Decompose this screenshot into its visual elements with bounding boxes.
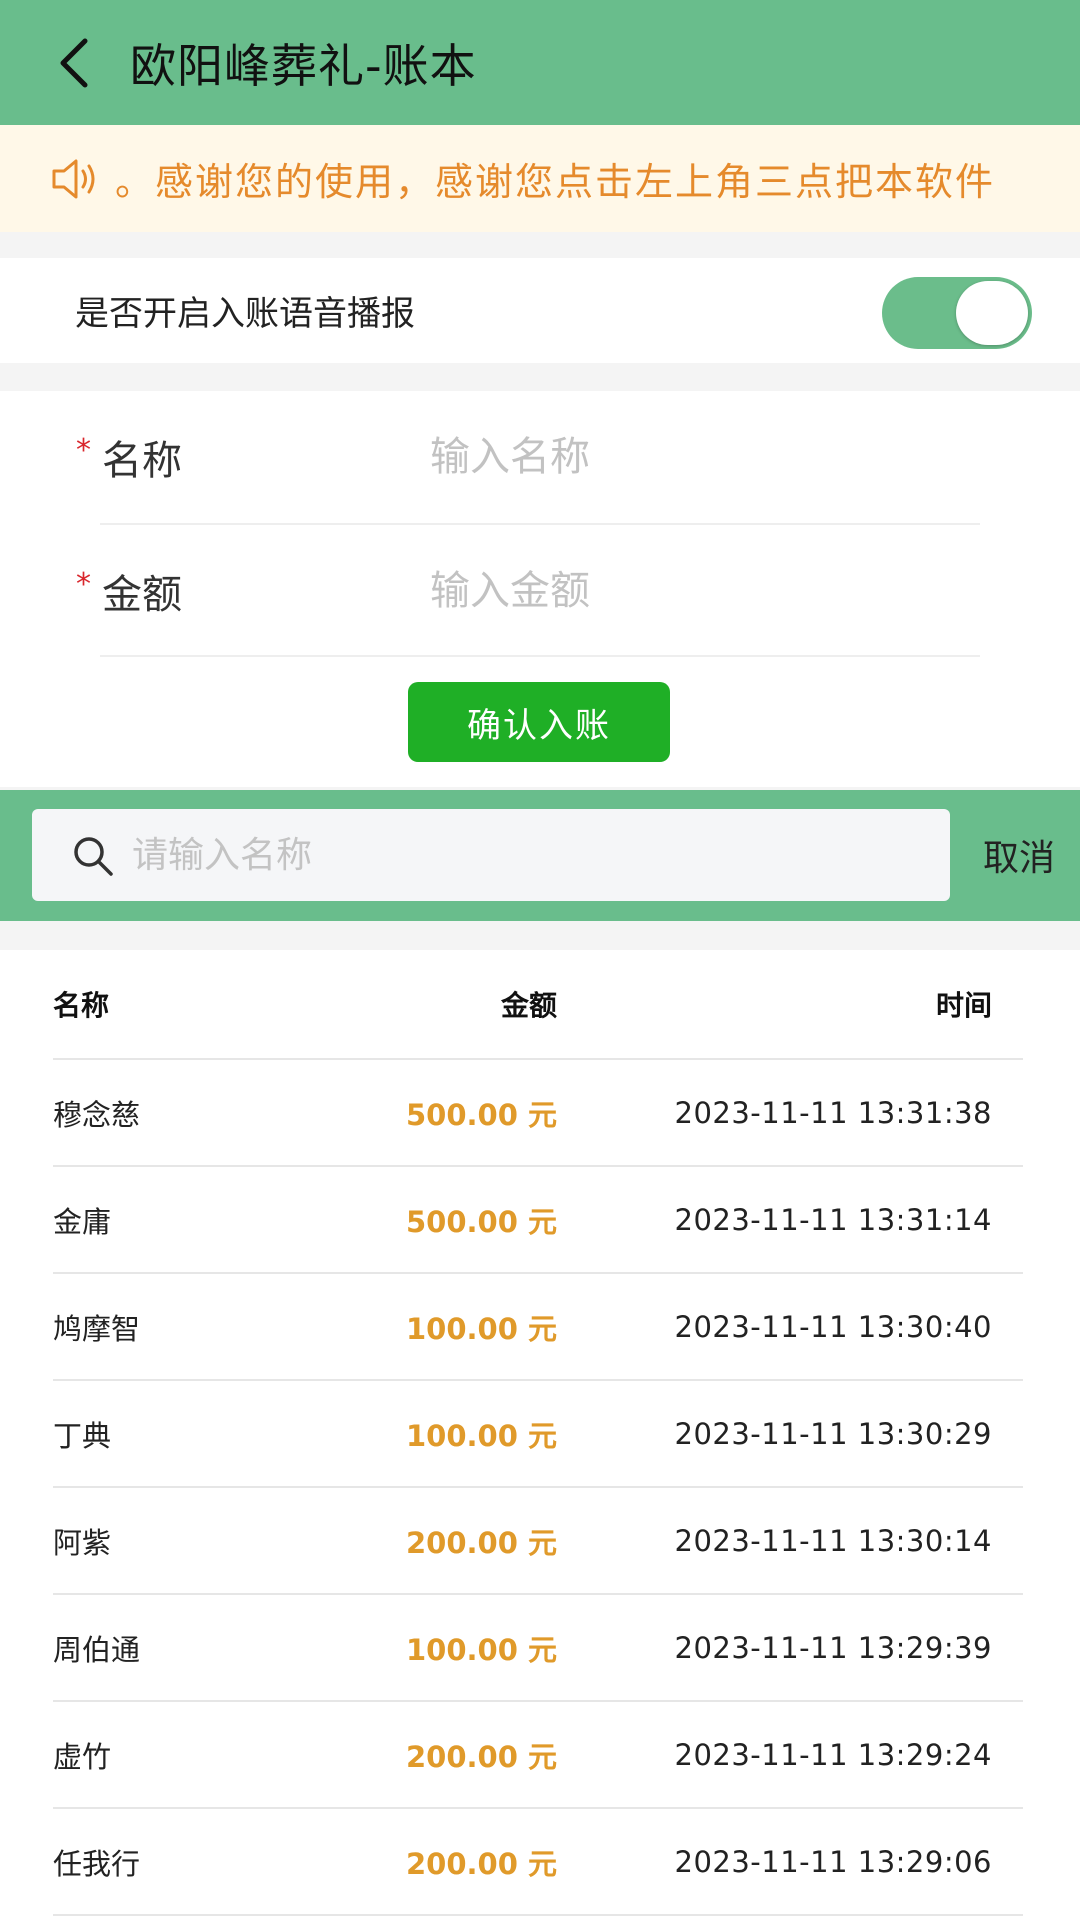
required-mark: * [76, 433, 91, 468]
row-divider [53, 1914, 1023, 1916]
notice-banner: 。感谢您的使用，感谢您点击左上角三点把本软件 [0, 125, 1080, 232]
name-row: * 名称 [0, 391, 1080, 523]
row-name: 虚竹 [53, 1739, 112, 1774]
row-name: 鸠摩智 [53, 1311, 141, 1346]
row-time: 2023-11-11 13:29:06 [674, 1844, 992, 1879]
table-header: 名称 金额 时间 [0, 950, 1080, 1058]
app-header: 欧阳峰葬礼-账本 [0, 0, 1080, 125]
row-name: 穆念慈 [53, 1097, 141, 1132]
row-amount: 100.00 元 [405, 1632, 557, 1667]
row-time: 2023-11-11 13:31:38 [674, 1095, 992, 1130]
name-label: 名称 [102, 438, 182, 484]
table-row[interactable]: 金庸 500.00 元 2023-11-11 13:31:14 [0, 1167, 1080, 1272]
speaker-icon [52, 159, 95, 199]
row-amount: 100.00 元 [405, 1418, 557, 1453]
table-row[interactable]: 丁典 100.00 元 2023-11-11 13:30:29 [0, 1381, 1080, 1486]
search-bar: 取消 [0, 790, 1080, 921]
amount-input[interactable] [430, 555, 970, 627]
column-header-amount: 金额 [500, 989, 557, 1022]
row-time: 2023-11-11 13:29:24 [674, 1737, 992, 1772]
records-table: 名称 金额 时间 穆念慈 500.00 元 2023-11-11 13:31:38 金… [0, 950, 1080, 1920]
search-input[interactable] [132, 819, 912, 891]
table-row[interactable]: 鸠摩智 100.00 元 2023-11-11 13:30:40 [0, 1274, 1080, 1379]
table-row[interactable]: 周伯通 100.00 元 2023-11-11 13:29:39 [0, 1595, 1080, 1700]
confirm-entry-button[interactable]: 确认入账 [408, 682, 670, 762]
page-title: 欧阳峰葬礼-账本 [130, 38, 477, 93]
row-time: 2023-11-11 13:30:40 [674, 1309, 992, 1344]
voice-broadcast-toggle[interactable] [882, 277, 1032, 349]
row-amount: 200.00 元 [405, 1739, 557, 1774]
row-name: 丁典 [53, 1418, 112, 1453]
row-name: 任我行 [53, 1846, 141, 1881]
required-mark: * [76, 567, 91, 602]
table-row[interactable]: 任我行 200.00 元 2023-11-11 13:29:06 [0, 1809, 1080, 1914]
name-input[interactable] [430, 421, 970, 493]
amount-row: * 金额 [0, 525, 1080, 657]
row-amount: 100.00 元 [405, 1311, 557, 1346]
chevron-left-icon [60, 38, 88, 88]
row-name: 金庸 [53, 1204, 112, 1239]
table-row[interactable]: 虚竹 200.00 元 2023-11-11 13:29:24 [0, 1702, 1080, 1807]
toggle-knob [956, 281, 1028, 345]
column-header-name: 名称 [53, 989, 110, 1022]
row-amount: 200.00 元 [405, 1525, 557, 1560]
table-row[interactable]: 阿紫 200.00 元 2023-11-11 13:30:14 [0, 1488, 1080, 1593]
column-header-time: 时间 [935, 989, 992, 1022]
row-amount: 500.00 元 [405, 1097, 557, 1132]
row-amount: 500.00 元 [405, 1204, 557, 1239]
search-icon [74, 837, 113, 876]
cancel-button[interactable]: 取消 [958, 809, 1080, 901]
back-button[interactable] [40, 28, 110, 98]
voice-broadcast-label: 是否开启入账语音播报 [75, 294, 415, 334]
notice-text: 。感谢您的使用，感谢您点击左上角三点把本软件 [115, 160, 996, 204]
row-time: 2023-11-11 13:31:14 [674, 1202, 992, 1237]
amount-label: 金额 [102, 572, 182, 618]
row-time: 2023-11-11 13:30:29 [674, 1416, 992, 1451]
search-box[interactable] [32, 809, 950, 901]
row-time: 2023-11-11 13:29:39 [674, 1630, 992, 1665]
row-name: 阿紫 [53, 1525, 112, 1560]
row-amount: 200.00 元 [405, 1846, 557, 1881]
table-row[interactable]: 穆念慈 500.00 元 2023-11-11 13:31:38 [0, 1060, 1080, 1165]
row-name: 周伯通 [53, 1632, 141, 1667]
row-time: 2023-11-11 13:30:14 [674, 1523, 992, 1558]
divider [100, 655, 980, 657]
